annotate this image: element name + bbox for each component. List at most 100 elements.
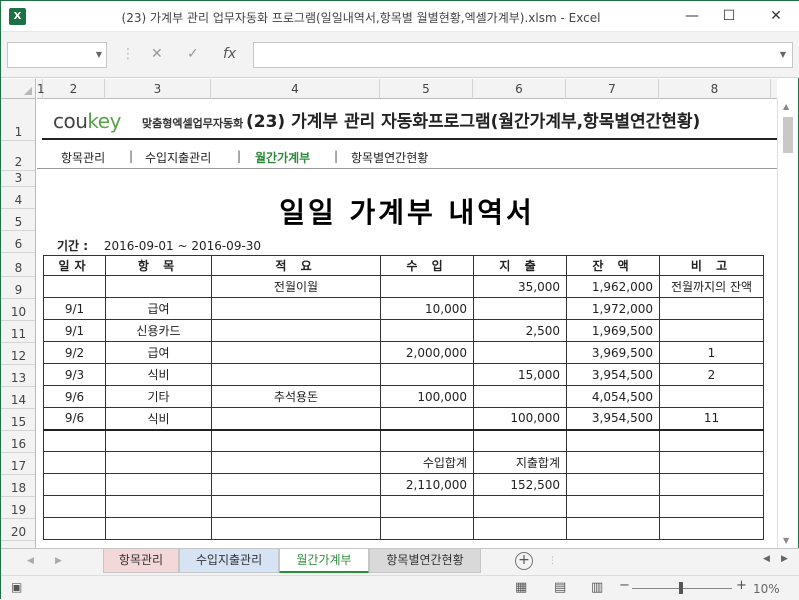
cell-income[interactable] — [380, 363, 474, 386]
cell-item[interactable] — [105, 275, 212, 298]
cell-date[interactable]: 9/6 — [43, 385, 106, 408]
expense-total-label[interactable]: 지출합계 — [473, 451, 567, 474]
column-header[interactable]: 4 — [211, 79, 380, 99]
cell-balance[interactable]: 4,054,500 — [566, 385, 660, 408]
cell-date[interactable]: 9/1 — [43, 319, 106, 342]
row-header[interactable]: 17 — [1, 453, 35, 475]
cell-date[interactable]: 9/3 — [43, 363, 106, 386]
cell-remarks[interactable] — [659, 451, 764, 474]
cell-income[interactable]: 100,000 — [380, 385, 474, 408]
header-expense[interactable]: 지 출 — [473, 255, 567, 276]
header-description[interactable]: 적 요 — [211, 255, 381, 276]
header-date[interactable]: 일자 — [43, 255, 106, 276]
cell-expense[interactable] — [473, 297, 567, 320]
vertical-scrollbar[interactable]: ▲ ▼ — [777, 99, 798, 548]
header-income[interactable]: 수 입 — [380, 255, 474, 276]
row-header[interactable]: 11 — [1, 321, 35, 343]
cell-date[interactable] — [43, 495, 106, 518]
macro-record-icon[interactable]: ▣ — [11, 580, 22, 594]
cell-balance[interactable]: 1,972,000 — [566, 297, 660, 320]
row-header[interactable]: 4 — [1, 187, 35, 209]
row-header[interactable]: 15 — [1, 409, 35, 431]
cell-expense[interactable] — [473, 341, 567, 364]
column-header[interactable]: 5 — [380, 79, 473, 99]
cell-item[interactable]: 급여 — [105, 297, 212, 320]
row-header[interactable]: 18 — [1, 475, 35, 497]
cell-item[interactable]: 기타 — [105, 385, 212, 408]
cell-expense[interactable]: 2,500 — [473, 319, 567, 342]
row-header[interactable]: 20 — [1, 519, 35, 541]
scroll-thumb[interactable] — [783, 117, 793, 153]
cell-item[interactable] — [105, 473, 212, 496]
cell-income[interactable] — [380, 429, 474, 452]
cell-date[interactable]: 9/6 — [43, 407, 106, 431]
select-all-corner[interactable] — [1, 79, 36, 99]
cell-expense[interactable] — [473, 495, 567, 518]
header-remarks[interactable]: 비 고 — [659, 255, 764, 276]
chevron-down-icon[interactable]: ▼ — [96, 50, 102, 59]
cell-remarks[interactable] — [659, 385, 764, 408]
row-header[interactable]: 10 — [1, 299, 35, 321]
row-header[interactable]: 19 — [1, 497, 35, 519]
income-total-label[interactable]: 수입합계 — [380, 451, 474, 474]
cell-expense[interactable]: 15,000 — [473, 363, 567, 386]
cell-date[interactable] — [43, 429, 106, 452]
cell-description[interactable] — [211, 473, 381, 496]
cell-item[interactable] — [105, 451, 212, 474]
enter-icon[interactable]: ✓ — [187, 46, 199, 62]
cell-date[interactable] — [43, 275, 106, 298]
column-header[interactable]: 3 — [105, 79, 211, 99]
cell-expense[interactable]: 35,000 — [473, 275, 567, 298]
header-balance[interactable]: 잔 액 — [566, 255, 660, 276]
nav-link-item-management[interactable]: 항목관리 — [61, 149, 105, 166]
sheet-tab-monthly-ledger[interactable]: 월간가계부 — [279, 549, 369, 573]
nav-link-monthly-ledger[interactable]: 월간가계부 — [255, 149, 310, 166]
cell-description[interactable] — [211, 451, 381, 474]
cell-remarks[interactable] — [659, 297, 764, 320]
cell-description[interactable] — [211, 297, 381, 320]
cell-item[interactable]: 식비 — [105, 363, 212, 386]
column-header[interactable]: 8 — [659, 79, 771, 99]
cell-item[interactable]: 급여 — [105, 341, 212, 364]
cell-expense[interactable] — [473, 429, 567, 452]
cell-date[interactable] — [43, 473, 106, 496]
cell-income[interactable]: 10,000 — [380, 297, 474, 320]
cell-description[interactable] — [211, 319, 381, 342]
cell-remarks[interactable]: 1 — [659, 341, 764, 364]
cell-item[interactable]: 신용카드 — [105, 319, 212, 342]
cell-balance[interactable] — [566, 429, 660, 452]
page-break-view-icon[interactable]: ▥ — [591, 580, 603, 595]
column-header[interactable]: 6 — [473, 79, 566, 99]
scroll-left-icon[interactable]: ◀ — [763, 554, 770, 564]
add-sheet-icon[interactable]: + — [515, 552, 533, 570]
cell-expense[interactable] — [473, 517, 567, 540]
tab-scroll-right-icon[interactable]: ▶ — [55, 556, 62, 566]
cell-item[interactable] — [105, 429, 212, 452]
name-box[interactable]: ▼ — [7, 42, 107, 68]
row-header[interactable]: 2 — [1, 141, 35, 171]
cell-income[interactable] — [380, 407, 474, 431]
header-item[interactable]: 항 목 — [105, 255, 212, 276]
maximize-button[interactable]: ☐ — [714, 5, 744, 27]
cell-item[interactable]: 식비 — [105, 407, 212, 431]
expense-total-value[interactable]: 152,500 — [473, 473, 567, 496]
cell-remarks[interactable] — [659, 473, 764, 496]
cell-income[interactable] — [380, 319, 474, 342]
tab-scroll-left-icon[interactable]: ◀ — [27, 556, 34, 566]
cell-remarks[interactable] — [659, 495, 764, 518]
normal-view-icon[interactable]: ▦ — [515, 580, 527, 595]
zoom-slider-thumb[interactable] — [679, 582, 683, 594]
cell-income[interactable] — [380, 495, 474, 518]
cell-date[interactable]: 9/1 — [43, 297, 106, 320]
cell-description[interactable] — [211, 341, 381, 364]
cancel-icon[interactable]: ✕ — [151, 46, 163, 62]
row-header[interactable]: 13 — [1, 365, 35, 387]
horizontal-scrollbar[interactable]: ◀ ▶ — [761, 554, 795, 569]
cell-income[interactable] — [380, 275, 474, 298]
column-header[interactable]: 2 — [43, 79, 105, 99]
cell-remarks[interactable]: 2 — [659, 363, 764, 386]
nav-link-annual-status[interactable]: 항목별연간현황 — [351, 149, 428, 166]
page-layout-view-icon[interactable]: ▤ — [554, 580, 566, 595]
cell-description[interactable] — [211, 407, 381, 431]
cell-description[interactable] — [211, 363, 381, 386]
